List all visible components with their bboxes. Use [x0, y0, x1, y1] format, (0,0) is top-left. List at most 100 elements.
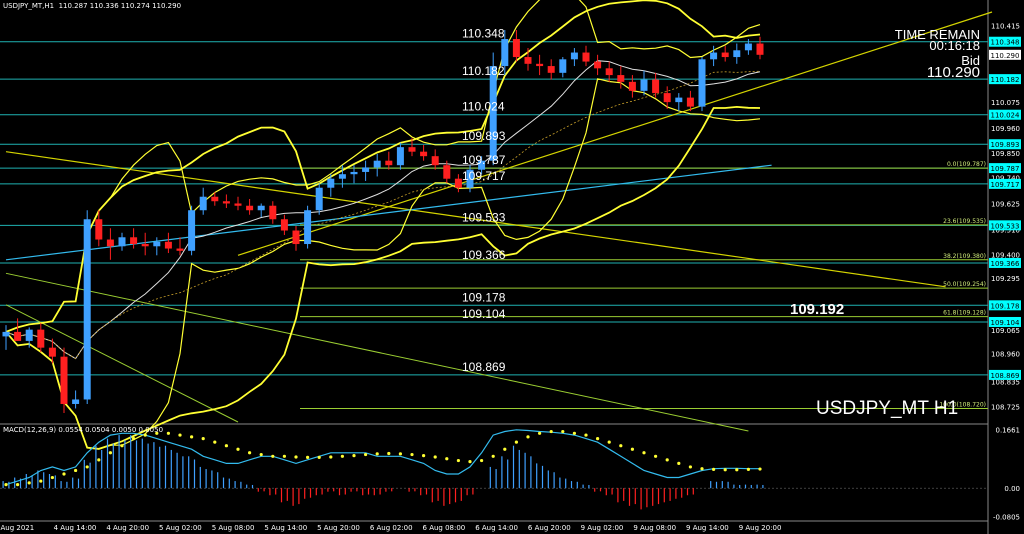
macd-signal-dot [700, 467, 704, 471]
candle-body [385, 160, 393, 166]
price-tick-label: 109.065 [991, 327, 1020, 335]
axis-price-marker: 109.533 [989, 220, 1021, 231]
macd-signal-dot [526, 435, 530, 439]
candle-body [536, 63, 544, 67]
axis-price-marker: 109.787 [989, 163, 1021, 174]
candle-body [292, 230, 300, 245]
candle-body [83, 219, 91, 400]
candle-body [710, 52, 718, 60]
time-tick-label: 5 Aug 08:00 [212, 524, 255, 532]
macd-signal-dot [445, 457, 449, 461]
candle-body [698, 59, 706, 107]
macd-signal-dot [514, 440, 519, 444]
time-tick-label: 4 Aug 20:00 [106, 524, 149, 532]
price-tick-label: 110.075 [991, 99, 1020, 107]
time-tick-label: 9 Aug 02:00 [581, 524, 624, 532]
axis-price-marker: 110.290 [989, 49, 1021, 60]
candle [37, 322, 45, 353]
axis-price-marker: 108.869 [989, 369, 1021, 380]
candle-body [744, 43, 752, 51]
candle-body [164, 241, 172, 249]
candle [536, 54, 544, 76]
candle [420, 144, 428, 161]
axis-price-marker-label: 109.178 [991, 302, 1020, 310]
candle-body [211, 196, 219, 202]
axis-price-marker: 110.182 [989, 74, 1021, 85]
macd-signal-dot [236, 447, 240, 451]
macd-signal-dot [433, 455, 437, 459]
price-chart[interactable]: 110.348 110.182 110.024 109.893 109.787 109.7… [0, 0, 1024, 534]
candle-body [396, 147, 404, 166]
fib-label: 0.0(109.787) [947, 161, 986, 168]
macd-signal-dot [340, 454, 344, 458]
candle [373, 153, 381, 177]
candle-body [95, 219, 103, 240]
candle [106, 228, 114, 260]
candle-body [570, 52, 578, 60]
candle [396, 142, 404, 170]
level-label: 109.533 [462, 210, 506, 224]
macd-signal-dot [480, 458, 484, 463]
level-label: 110.024 [462, 100, 505, 114]
macd-signal-dot [132, 437, 136, 441]
macd-signal-dot [503, 447, 507, 451]
candle-body [280, 219, 288, 231]
candle [547, 59, 555, 80]
macd-signal-dot [50, 475, 55, 480]
candle-body [199, 196, 207, 211]
candle [721, 45, 729, 62]
candle-body [501, 39, 509, 67]
candle-body [327, 178, 335, 188]
axis-price-marker-label: 109.893 [991, 141, 1020, 149]
fib-label: 23.6(109.535) [943, 218, 986, 225]
time-tick-label: 6 Aug 02:00 [370, 524, 413, 532]
axis-price-marker: 110.348 [989, 36, 1021, 47]
candle [756, 36, 764, 60]
candle-body [443, 165, 451, 179]
candle [72, 390, 80, 409]
candle-body [25, 329, 33, 341]
macd-signal-dot [491, 454, 495, 458]
price-tick-label: 110.415 [991, 23, 1020, 31]
candle [164, 232, 172, 254]
axis-price-marker: 109.893 [989, 139, 1021, 150]
candle-body [48, 347, 56, 357]
macd-header: MACD(12,26,9) 0.0554 0.0504 0.0050 0.005… [3, 426, 164, 434]
candle [431, 149, 439, 170]
candle [269, 201, 277, 224]
candle [362, 160, 370, 181]
candle [640, 70, 648, 96]
candle-body [153, 241, 161, 247]
macd-signal-dot [619, 444, 623, 448]
candle-body [222, 201, 230, 204]
macd-signal-dot [746, 467, 751, 471]
time-tick-label: 5 Aug 02:00 [159, 524, 202, 532]
macd-signal-dot [387, 451, 391, 456]
candle-body [652, 79, 660, 94]
macd-signal-dot [62, 472, 66, 476]
macd-tick-label: -0.0805 [993, 514, 1020, 522]
macd-signal-dot [39, 479, 43, 483]
macd-signal-dot [456, 458, 460, 463]
candle [524, 48, 532, 71]
axis-price-marker: 109.366 [989, 257, 1021, 268]
chart-header: USDJPY_MT,H1 110.287 110.336 110.274 110… [3, 2, 182, 10]
bollinger-band [5, 0, 761, 333]
candle [60, 347, 68, 413]
time-tick-label: 6 Aug 08:00 [423, 524, 466, 532]
candle-body [408, 147, 416, 152]
axis-price-marker-label: 109.104 [991, 319, 1020, 327]
candle [698, 57, 706, 112]
time-tick-label: 9 Aug 08:00 [633, 524, 676, 532]
axis-price-marker-label: 110.348 [991, 39, 1020, 47]
macd-signal-dot [259, 452, 263, 457]
macd-signal-dot [549, 429, 553, 434]
candle-body [373, 160, 381, 168]
axis-price-marker: 109.104 [989, 316, 1021, 327]
time-tick-label: 5 Aug 14:00 [264, 524, 307, 532]
macd-signal-dot [352, 454, 356, 458]
level-label: 110.182 [462, 64, 505, 78]
macd-signal-dot [607, 440, 611, 444]
macd-signal-dot [329, 455, 333, 459]
macd-signal-dot [561, 429, 565, 434]
